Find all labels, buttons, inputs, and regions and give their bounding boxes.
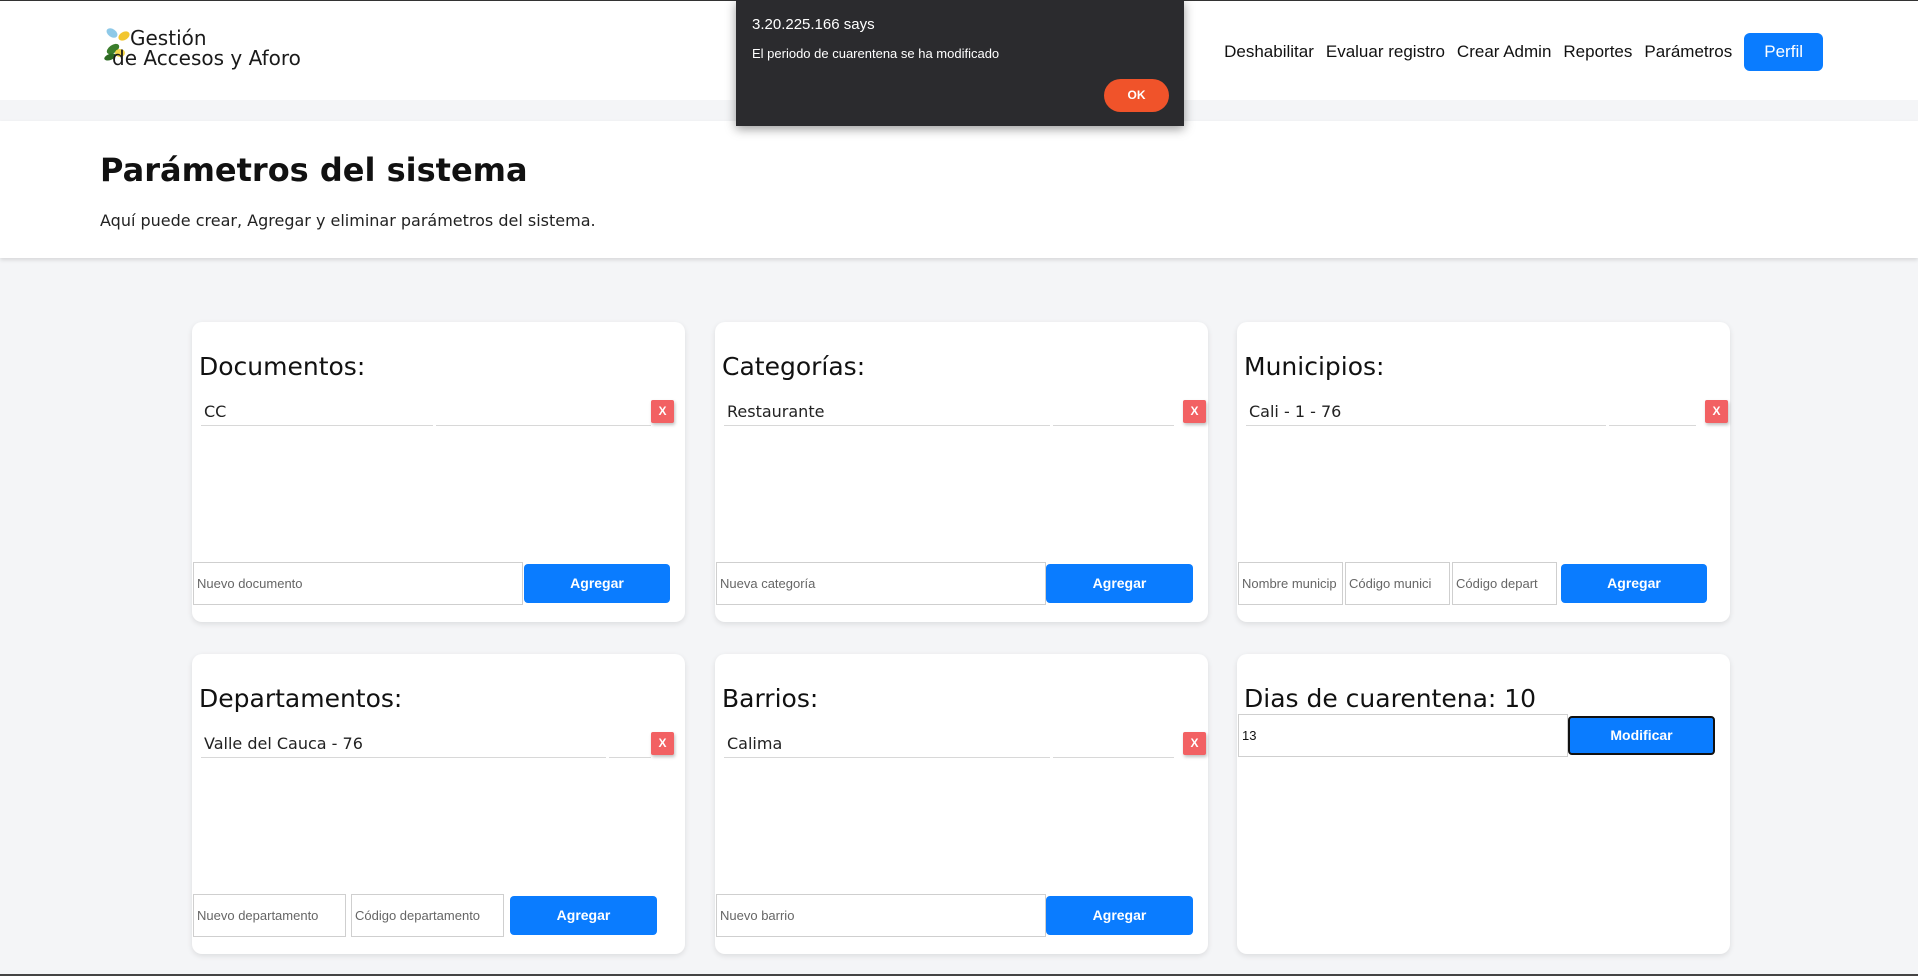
item-name: CC bbox=[201, 400, 433, 426]
quarantine-days-input[interactable]: 13 bbox=[1238, 714, 1568, 757]
add-document-button[interactable]: Agregar bbox=[524, 564, 670, 603]
card-title: Categorías: bbox=[722, 352, 866, 381]
add-barrio-button[interactable]: Agregar bbox=[1046, 896, 1193, 935]
page-description: Aquí puede crear, Agregar y eliminar par… bbox=[100, 211, 596, 230]
item-extra-field bbox=[609, 732, 651, 758]
alert-dialog: 3.20.225.166 says El periodo de cuarente… bbox=[736, 0, 1184, 126]
item-name: Restaurante bbox=[724, 400, 1050, 426]
logo-line-1: Gestión bbox=[130, 26, 207, 50]
card-barrios: Barrios: Calima X Nuevo barrio Agregar bbox=[715, 654, 1208, 954]
card-title: Documentos: bbox=[199, 352, 366, 381]
modify-quarantine-button[interactable]: Modificar bbox=[1568, 716, 1715, 755]
nav-parametros[interactable]: Parámetros bbox=[1644, 42, 1732, 62]
page-title: Parámetros del sistema bbox=[100, 151, 528, 189]
card-title: Dias de cuarentena: 10 bbox=[1244, 684, 1537, 713]
logo-line-2: de Accesos y Aforo bbox=[112, 46, 301, 70]
nav-crear-admin[interactable]: Crear Admin bbox=[1457, 42, 1551, 62]
card-departamentos: Departamentos: Valle del Cauca - 76 X Nu… bbox=[192, 654, 685, 954]
card-title: Municipios: bbox=[1244, 352, 1385, 381]
item-name: Valle del Cauca - 76 bbox=[201, 732, 606, 758]
card-title: Barrios: bbox=[722, 684, 819, 713]
municipio-code-input[interactable]: Código munici bbox=[1345, 562, 1450, 605]
new-document-input[interactable]: Nuevo documento bbox=[193, 562, 523, 605]
add-departamento-button[interactable]: Agregar bbox=[510, 896, 657, 935]
municipio-name-input[interactable]: Nombre municip bbox=[1238, 562, 1343, 605]
nav-deshabilitar[interactable]: Deshabilitar bbox=[1224, 42, 1314, 62]
item-extra-field bbox=[1609, 400, 1696, 426]
card-documentos: Documentos: CC X Nuevo documento Agregar bbox=[192, 322, 685, 622]
card-municipios: Municipios: Cali - 1 - 76 X Nombre munic… bbox=[1237, 322, 1730, 622]
alert-ok-button[interactable]: OK bbox=[1104, 79, 1169, 112]
delete-button[interactable]: X bbox=[1183, 400, 1206, 423]
item-extra-field bbox=[436, 400, 651, 426]
item-name: Cali - 1 - 76 bbox=[1246, 400, 1606, 426]
item-extra-field bbox=[1053, 732, 1174, 758]
card-title: Departamentos: bbox=[199, 684, 403, 713]
card-categorias: Categorías: Restaurante X Nueva categorí… bbox=[715, 322, 1208, 622]
add-municipio-button[interactable]: Agregar bbox=[1561, 564, 1707, 603]
nav-reportes[interactable]: Reportes bbox=[1563, 42, 1632, 62]
alert-origin: 3.20.225.166 says bbox=[752, 16, 875, 33]
item-extra-field bbox=[1053, 400, 1174, 426]
new-category-input[interactable]: Nueva categoría bbox=[716, 562, 1046, 605]
delete-button[interactable]: X bbox=[651, 732, 674, 755]
profile-button[interactable]: Perfil bbox=[1744, 33, 1823, 71]
page-header: Parámetros del sistema Aquí puede crear,… bbox=[0, 121, 1918, 258]
departamento-code-input[interactable]: Código departamento bbox=[351, 894, 504, 937]
departamento-code-input[interactable]: Código depart bbox=[1452, 562, 1557, 605]
delete-button[interactable]: X bbox=[1705, 400, 1728, 423]
new-barrio-input[interactable]: Nuevo barrio bbox=[716, 894, 1046, 937]
app-logo[interactable]: Gestión de Accesos y Aforo bbox=[104, 27, 304, 73]
logo-text: Gestión de Accesos y Aforo bbox=[112, 28, 301, 68]
delete-button[interactable]: X bbox=[1183, 732, 1206, 755]
main-nav: Deshabilitar Evaluar registro Crear Admi… bbox=[1224, 33, 1918, 71]
new-departamento-input[interactable]: Nuevo departamento bbox=[193, 894, 346, 937]
alert-message: El periodo de cuarentena se ha modificad… bbox=[752, 46, 1000, 61]
nav-evaluar-registro[interactable]: Evaluar registro bbox=[1326, 42, 1445, 62]
card-cuarentena: Dias de cuarentena: 10 13 Modificar bbox=[1237, 654, 1730, 954]
add-category-button[interactable]: Agregar bbox=[1046, 564, 1193, 603]
item-name: Calima bbox=[724, 732, 1050, 758]
delete-button[interactable]: X bbox=[651, 400, 674, 423]
